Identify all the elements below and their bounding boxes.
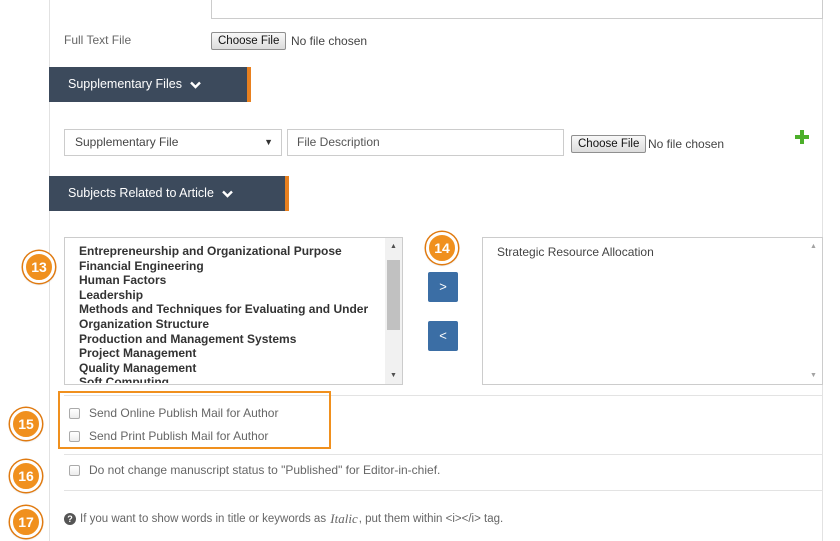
divider bbox=[64, 454, 823, 455]
list-item[interactable]: Methods and Techniques for Evaluating an… bbox=[79, 302, 385, 317]
list-item[interactable]: Production and Management Systems bbox=[79, 332, 385, 347]
supplementary-file-status: No file chosen bbox=[648, 137, 725, 151]
list-item[interactable]: Financial Engineering bbox=[79, 259, 385, 274]
online-publish-mail-option[interactable]: Send Online Publish Mail for Author bbox=[69, 406, 278, 420]
move-right-button[interactable]: > bbox=[428, 272, 458, 302]
step-badge-15: 15 bbox=[10, 408, 42, 440]
chevron-down-icon bbox=[222, 190, 234, 198]
chevron-down-icon bbox=[190, 81, 202, 89]
step-badge-16: 16 bbox=[10, 460, 42, 492]
list-item[interactable]: Strategic Resource Allocation bbox=[497, 245, 654, 259]
print-publish-mail-option[interactable]: Send Print Publish Mail for Author bbox=[69, 429, 268, 443]
print-publish-mail-checkbox[interactable] bbox=[69, 430, 80, 442]
list-item[interactable]: Human Factors bbox=[79, 273, 385, 288]
dropdown-arrow-icon: ▼ bbox=[264, 137, 273, 147]
list-item[interactable]: Project Management bbox=[79, 346, 385, 361]
scroll-up-icon[interactable]: ▲ bbox=[805, 238, 822, 255]
step-badge-14: 14 bbox=[426, 232, 458, 264]
list-item[interactable]: Leadership bbox=[79, 288, 385, 303]
question-circle-icon: ? bbox=[64, 513, 76, 525]
available-scrollbar[interactable]: ▲ ▼ bbox=[385, 238, 402, 384]
supplementary-files-title: Supplementary Files bbox=[68, 77, 182, 91]
scroll-down-icon[interactable]: ▼ bbox=[805, 367, 822, 384]
divider bbox=[64, 490, 823, 491]
online-publish-mail-label: Send Online Publish Mail for Author bbox=[89, 406, 279, 420]
file-description-placeholder: File Description bbox=[297, 135, 380, 149]
status-option[interactable]: Do not change manuscript status to "Publ… bbox=[69, 463, 440, 477]
italic-hint: ? If you want to show words in title or … bbox=[64, 511, 503, 527]
scrollbar-thumb[interactable] bbox=[387, 260, 400, 330]
list-item[interactable]: Entrepreneurship and Organizational Purp… bbox=[79, 244, 385, 259]
list-item[interactable]: Organization Structure bbox=[79, 317, 385, 332]
selected-scrollbar[interactable]: ▲ ▼ bbox=[805, 238, 822, 384]
supplementary-choose-file-button[interactable]: Choose File bbox=[571, 135, 647, 153]
plus-icon[interactable] bbox=[795, 130, 809, 144]
file-description-input[interactable]: File Description bbox=[287, 129, 564, 156]
full-text-file-label: Full Text File bbox=[64, 33, 132, 47]
italic-hint-text-after: , put them within <i></i> tag. bbox=[358, 513, 504, 525]
full-text-file-status: No file chosen bbox=[291, 34, 368, 48]
selected-subjects-list[interactable]: Strategic Resource Allocation ▲ ▼ bbox=[482, 237, 823, 385]
italic-hint-italic-word: Italic bbox=[330, 511, 358, 526]
status-checkbox[interactable] bbox=[69, 464, 80, 476]
step-badge-17: 17 bbox=[10, 506, 42, 538]
available-subjects-list[interactable]: Entrepreneurship and Organizational Purp… bbox=[64, 237, 403, 385]
subjects-title: Subjects Related to Article bbox=[68, 186, 214, 200]
italic-hint-text-before: If you want to show words in title or ke… bbox=[80, 513, 327, 525]
scroll-down-icon[interactable]: ▼ bbox=[385, 367, 402, 384]
online-publish-mail-checkbox[interactable] bbox=[69, 407, 80, 419]
list-item[interactable]: Quality Management bbox=[79, 361, 385, 376]
supplementary-files-header[interactable]: Supplementary Files bbox=[49, 67, 251, 102]
supplementary-type-select[interactable]: Supplementary File ▼ bbox=[64, 129, 282, 156]
full-text-choose-file-button[interactable]: Choose File bbox=[211, 32, 287, 50]
scroll-up-icon[interactable]: ▲ bbox=[385, 238, 402, 255]
previous-text-field[interactable] bbox=[211, 0, 823, 19]
step-badge-13: 13 bbox=[23, 251, 55, 283]
supplementary-type-value: Supplementary File bbox=[75, 135, 179, 149]
status-option-label: Do not change manuscript status to "Publ… bbox=[89, 463, 441, 477]
move-left-button[interactable]: < bbox=[428, 321, 458, 351]
list-item[interactable]: Soft Computing bbox=[79, 375, 385, 383]
subjects-header[interactable]: Subjects Related to Article bbox=[49, 176, 289, 211]
available-subjects-items: Entrepreneurship and Organizational Purp… bbox=[79, 244, 385, 383]
print-publish-mail-label: Send Print Publish Mail for Author bbox=[89, 429, 269, 443]
